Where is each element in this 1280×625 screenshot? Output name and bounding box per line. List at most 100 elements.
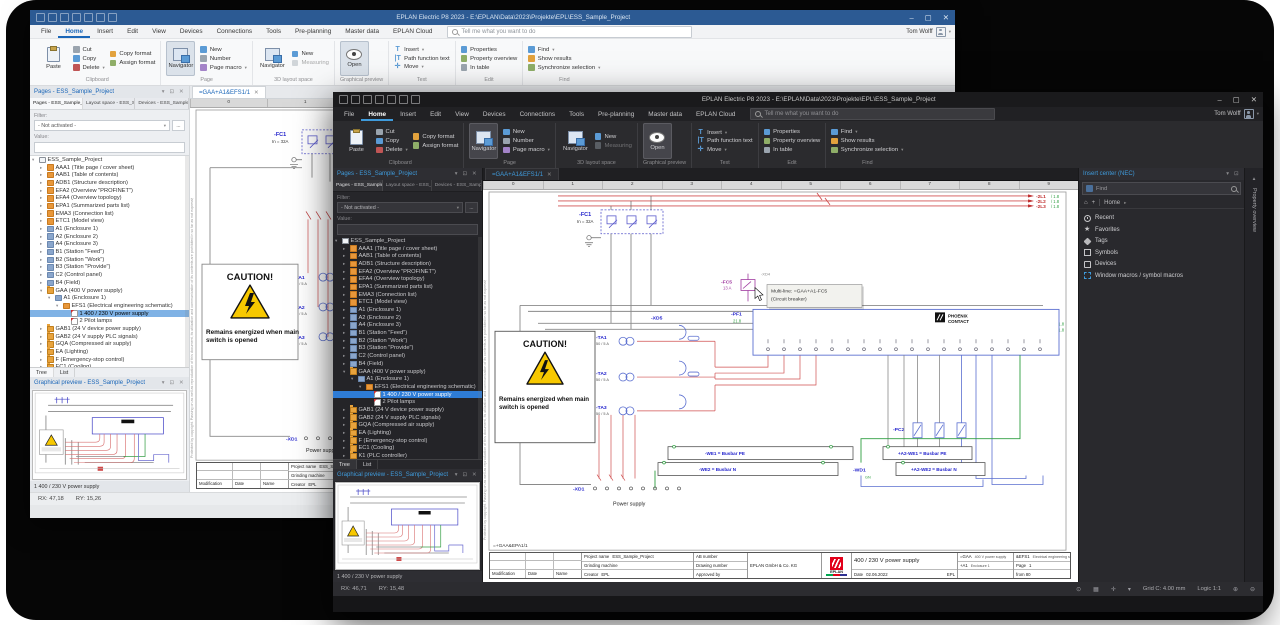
tree-item[interactable]: AAA1 (Title page / cover sheet) <box>333 245 482 253</box>
qat-save-icon[interactable] <box>363 95 372 104</box>
tree-item[interactable]: EA (Lighting) <box>333 429 482 437</box>
ribbon-tab[interactable]: Tools <box>259 25 288 38</box>
tree-item[interactable]: A1 (Enclosure 1) <box>333 306 482 314</box>
open-preview-button[interactable]: Open <box>643 123 672 159</box>
tree-item[interactable]: B3 (Station "Provide") <box>333 345 482 353</box>
tell-me-search[interactable]: Tell me what you want to do <box>750 108 995 120</box>
tree-item[interactable]: AAA1 (Title page / cover sheet) <box>30 164 189 172</box>
qat-refresh-icon[interactable] <box>399 95 408 104</box>
page-new-button[interactable]: New <box>200 46 247 53</box>
dock-tab[interactable]: Pages - ESS_Sample_P... <box>333 180 383 191</box>
graphical-preview[interactable] <box>335 482 480 570</box>
copy-button[interactable]: Copy <box>376 138 408 145</box>
measuring-button[interactable]: Measuring <box>292 60 329 67</box>
tree-item[interactable]: ADB1 (Structure description) <box>333 260 482 268</box>
options-dropdown-icon[interactable]: ▾ <box>1128 586 1131 593</box>
insert-item-favorites[interactable]: Favorites <box>1084 226 1239 234</box>
add-icon[interactable]: + <box>1092 200 1096 206</box>
panel-menu-icon[interactable]: ▾ <box>453 171 459 177</box>
tree-item[interactable]: GQA (Compressed air supply) <box>30 341 189 349</box>
filter-combobox[interactable]: - Not activated -▾ <box>337 202 463 213</box>
insert-center-find-input[interactable]: Find <box>1082 182 1241 195</box>
dock-tab[interactable]: Devices - ESS_Sample_... <box>135 98 189 109</box>
panel-menu-icon[interactable]: ▾ <box>1225 171 1231 177</box>
tree-item[interactable]: A4 (Enclosure 3) <box>30 241 189 249</box>
show-results-button[interactable]: Show results <box>831 138 903 145</box>
insert-text-button[interactable]: TInsert▾ <box>697 130 753 136</box>
panel-menu-icon[interactable]: ▾ <box>453 472 459 478</box>
panel-menu-icon[interactable]: ▾ <box>160 380 166 386</box>
maximize-button[interactable]: ▢ <box>1233 95 1240 104</box>
tree-item[interactable]: 2 Pilot lamps <box>333 398 482 406</box>
crosshair-icon[interactable]: ✛ <box>1111 586 1116 593</box>
tree-item[interactable]: ETC1 (Model view) <box>30 218 189 226</box>
panel-pin-icon[interactable]: ⊡ <box>168 380 176 386</box>
layout-navigator-button[interactable]: Navigator <box>561 123 590 159</box>
tree-item[interactable]: ESS_Sample_Project <box>333 237 482 245</box>
insert-item-recent[interactable]: Recent <box>1084 214 1239 222</box>
move-button[interactable]: ✛Move▾ <box>394 64 450 70</box>
user-account[interactable]: Tom Wolff▾ <box>906 27 951 37</box>
panel-close-icon[interactable]: ✕ <box>470 472 478 478</box>
copy-format-button[interactable]: Copy format <box>413 133 459 140</box>
tree-item[interactable]: GAB1 (24 V device power supply) <box>30 325 189 333</box>
tree-item[interactable]: B1 (Station "Feed") <box>30 248 189 256</box>
insert-item-symbols[interactable]: Symbols <box>1084 249 1239 257</box>
tree-item[interactable]: B3 (Station "Provide") <box>30 264 189 272</box>
dock-tab[interactable]: Devices - ESS_Sample_... <box>432 180 482 191</box>
document-tab[interactable]: =GAA+A1&EFS1/1✕ <box>485 168 559 180</box>
tree-item[interactable]: C2 (Control panel) <box>333 352 482 360</box>
tree-list-tab[interactable]: List <box>357 460 378 469</box>
document-tab[interactable]: =GAA+A1&EFS1/1✕ <box>192 86 266 98</box>
delete-button[interactable]: Delete▾ <box>73 64 105 71</box>
delete-button[interactable]: Delete▾ <box>376 147 408 154</box>
tree-item[interactable]: A4 (Enclosure 3) <box>333 322 482 330</box>
property-overview-tab[interactable]: Property overview <box>1251 188 1257 232</box>
ribbon-tab[interactable]: Insert <box>393 107 423 121</box>
page-number-button[interactable]: Number <box>503 138 550 145</box>
tree-item[interactable]: C2 (Control panel) <box>30 271 189 279</box>
panel-close-icon[interactable]: ✕ <box>177 89 185 95</box>
tree-item[interactable]: EFA4 (Overview topology) <box>333 275 482 283</box>
graphical-preview[interactable] <box>32 390 187 480</box>
in-table-button[interactable]: In table <box>461 64 518 71</box>
panel-menu-icon[interactable]: ▾ <box>160 89 166 95</box>
ribbon-tab[interactable]: View <box>145 25 173 38</box>
tree-item[interactable]: A2 (Enclosure 2) <box>30 233 189 241</box>
qat-save-icon[interactable] <box>60 13 69 22</box>
panel-pin-icon[interactable]: ⊡ <box>461 472 469 478</box>
synchronize-selection-button[interactable]: Synchronize selection▾ <box>831 147 903 154</box>
assign-format-button[interactable]: Assign format <box>110 60 156 67</box>
ribbon-tab[interactable]: Connections <box>513 107 563 121</box>
qat-open-icon[interactable] <box>351 95 360 104</box>
ribbon-tab[interactable]: Insert <box>90 25 120 38</box>
ribbon-tab[interactable]: Devices <box>173 25 210 38</box>
tree-item[interactable]: EFS1 (Electrical engineering schematic) <box>333 383 482 391</box>
page-number-button[interactable]: Number <box>200 55 247 62</box>
paste-button[interactable]: Paste <box>39 41 68 76</box>
qat-undo-icon[interactable] <box>375 95 384 104</box>
qat-new-icon[interactable] <box>36 13 45 22</box>
in-table-button[interactable]: In table <box>764 147 821 154</box>
tree-item[interactable]: GAB2 (24 V supply PLC signals) <box>333 414 482 422</box>
path-function-text-button[interactable]: |TPath function text <box>697 138 753 144</box>
ribbon-tab[interactable]: EPLAN Cloud <box>689 107 742 121</box>
home-icon[interactable]: ⌂ <box>1084 200 1088 206</box>
tree-item[interactable]: EMA3 (Connection list) <box>333 291 482 299</box>
tree-item[interactable]: GAA (400 V power supply) <box>30 287 189 295</box>
page-macro-button[interactable]: Page macro▾ <box>503 147 550 154</box>
page-new-button[interactable]: New <box>503 129 550 136</box>
tree-item[interactable]: EFA2 (Overview "PROFINET") <box>30 187 189 195</box>
ribbon-tab[interactable]: View <box>448 107 476 121</box>
tree-item[interactable]: GAB1 (24 V device power supply) <box>333 406 482 414</box>
properties-button[interactable]: Properties <box>764 129 821 136</box>
qat-redo-icon[interactable] <box>387 95 396 104</box>
ribbon-tab[interactable]: EPLAN Cloud <box>386 25 439 38</box>
tree-item[interactable]: EPA1 (Summarized parts list) <box>30 202 189 210</box>
tree-item[interactable]: ADB1 (Structure description) <box>30 179 189 187</box>
qat-customize-icon[interactable] <box>411 95 420 104</box>
tree-item[interactable]: F (Emergency-stop control) <box>30 356 189 364</box>
qat-new-icon[interactable] <box>339 95 348 104</box>
minimize-button[interactable]: – <box>1217 95 1221 104</box>
tree-item[interactable]: GQA (Compressed air supply) <box>333 422 482 430</box>
